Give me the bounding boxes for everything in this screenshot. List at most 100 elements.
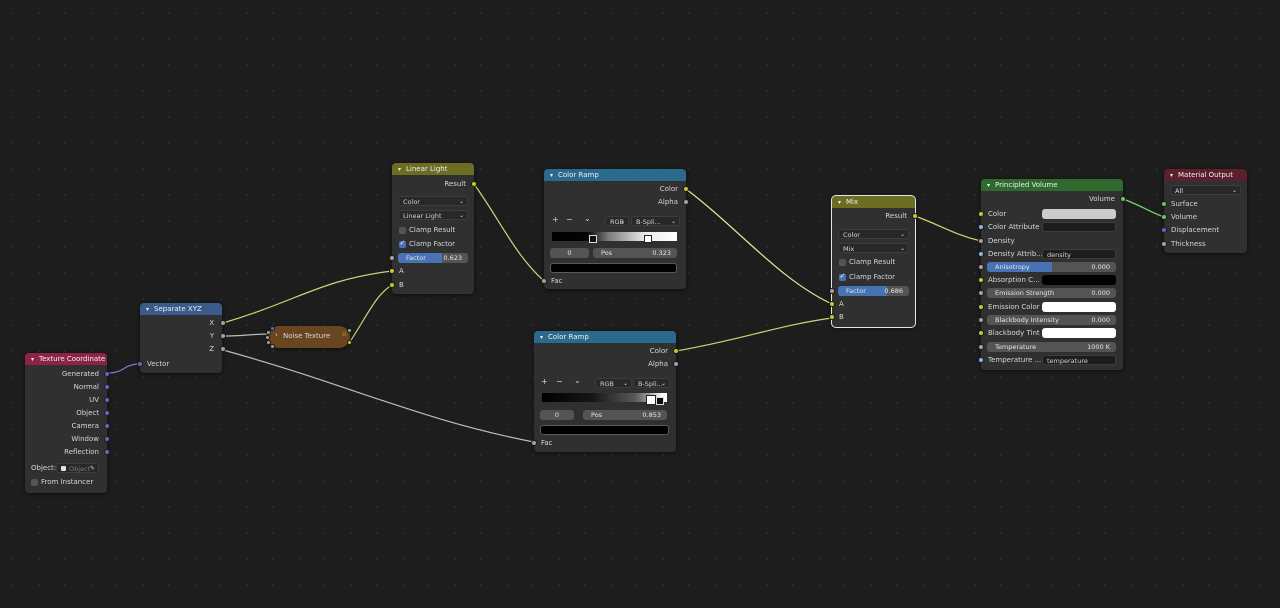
socket-color[interactable]: [673, 348, 679, 354]
color-ramp-node-1[interactable]: ▾ Color Ramp Color Alpha + − ⌄ RGB ⌄ B-Spl…: [541, 169, 689, 289]
principled-volume-header[interactable]: ▾ Principled Volume: [981, 179, 1123, 191]
socket-alpha[interactable]: [683, 199, 689, 205]
chevron-down-icon[interactable]: ▾: [550, 170, 558, 181]
blackbody-intensity-field[interactable]: Blackbody Intensity 0.000: [987, 315, 1116, 325]
socket-a[interactable]: [829, 301, 835, 307]
clamp-factor-checkbox[interactable]: [399, 239, 406, 248]
remove-stop-button[interactable]: −: [556, 377, 563, 386]
data-type-dropdown[interactable]: Color ⌄: [398, 196, 468, 206]
socket-noise-fac[interactable]: [347, 328, 352, 333]
separate-xyz-node[interactable]: ▾ Separate XYZ X Y Z Vector: [137, 303, 226, 373]
ramp-stop-white[interactable]: [644, 235, 652, 243]
chevron-right-icon[interactable]: ›: [275, 331, 278, 339]
color-ramp-header[interactable]: ▾ Color Ramp: [534, 331, 676, 343]
socket-density-attribute[interactable]: [978, 251, 984, 257]
factor-slider[interactable]: Factor 0.686: [838, 286, 909, 296]
ramp-stop-black[interactable]: [589, 235, 597, 243]
temperature-attribute-field[interactable]: temperature: [1042, 355, 1116, 365]
blend-mode-dropdown[interactable]: Mix ⌄: [838, 243, 909, 253]
color-attribute-field[interactable]: [1042, 222, 1116, 232]
position-field[interactable]: Pos 0.323: [593, 248, 677, 258]
socket-volume[interactable]: [1161, 214, 1167, 220]
ramp-stop-black[interactable]: [656, 397, 664, 405]
data-type-dropdown[interactable]: Color ⌄: [838, 229, 909, 239]
socket-anisotropy[interactable]: [978, 264, 984, 270]
socket-blackbody-intensity[interactable]: [978, 317, 984, 323]
socket-result[interactable]: [912, 213, 918, 219]
add-stop-button[interactable]: +: [541, 377, 548, 386]
absorption-color-swatch[interactable]: [1042, 275, 1116, 285]
socket-color-attribute[interactable]: [978, 224, 984, 230]
socket-vector[interactable]: [137, 361, 143, 367]
socket-a[interactable]: [389, 268, 395, 274]
socket-b[interactable]: [389, 282, 395, 288]
chevron-down-icon[interactable]: ▾: [31, 354, 39, 365]
socket-y[interactable]: [220, 333, 226, 339]
interpolation-dropdown[interactable]: B-Spli... ⌄: [633, 378, 670, 388]
stop-color-swatch[interactable]: [550, 263, 677, 273]
socket-object[interactable]: [104, 410, 110, 416]
texture-coordinate-header[interactable]: ▾ Texture Coordinate: [25, 353, 107, 365]
from-instancer-checkbox[interactable]: [31, 479, 38, 486]
stop-index-field[interactable]: 0: [540, 410, 574, 420]
socket-window[interactable]: [104, 436, 110, 442]
anisotropy-slider[interactable]: Anisotropy 0.000: [987, 262, 1116, 272]
ramp-menu-button[interactable]: ⌄: [584, 214, 591, 223]
clamp-factor-checkbox[interactable]: [839, 272, 846, 281]
clamp-result-checkbox[interactable]: [399, 227, 406, 234]
socket-absorption-color[interactable]: [978, 277, 984, 283]
blend-mode-dropdown[interactable]: Linear Light ⌄: [398, 210, 468, 220]
socket-normal[interactable]: [104, 384, 110, 390]
linear-light-header[interactable]: ▾ Linear Light: [392, 163, 474, 175]
linear-light-node[interactable]: ▾ Linear Light Result Color ⌄ Linear Light…: [389, 163, 477, 294]
socket-camera[interactable]: [104, 423, 110, 429]
position-field[interactable]: Pos 0.853: [583, 410, 667, 420]
mix-header[interactable]: ▾ Mix: [832, 196, 915, 208]
socket-emission-strength[interactable]: [978, 290, 984, 296]
factor-slider[interactable]: Factor 0.623: [398, 253, 468, 263]
socket-temperature[interactable]: [978, 344, 984, 350]
socket-surface[interactable]: [1161, 201, 1167, 207]
emission-color-swatch[interactable]: [1042, 302, 1116, 312]
chevron-down-icon[interactable]: ▾: [146, 304, 154, 315]
mix-node[interactable]: ▾Mix Result Color⌄ Mix⌄ Clamp Result Cla…: [829, 195, 918, 328]
color-ramp-header[interactable]: ▾ Color Ramp: [544, 169, 686, 181]
socket-noise-in-1[interactable]: [270, 326, 275, 331]
socket-factor[interactable]: [829, 288, 835, 294]
add-stop-button[interactable]: +: [552, 215, 559, 224]
color-mode-dropdown[interactable]: RGB ⌄: [595, 378, 632, 388]
socket-displacement[interactable]: [1161, 227, 1167, 233]
socket-color[interactable]: [683, 186, 689, 192]
stop-color-swatch[interactable]: [540, 425, 669, 435]
chevron-down-icon[interactable]: ▾: [987, 180, 995, 191]
socket-emission-color[interactable]: [978, 304, 984, 310]
material-output-header[interactable]: ▾ Material Output: [1164, 169, 1247, 181]
material-output-node[interactable]: ▾ Material Output All ⌄ Surface Volume Dis…: [1161, 169, 1247, 253]
texture-coordinate-node[interactable]: ▾ Texture Coordinate Generated Normal UV …: [25, 353, 110, 493]
socket-noise-in-5[interactable]: [270, 344, 275, 349]
socket-x[interactable]: [220, 320, 226, 326]
socket-color[interactable]: [978, 211, 984, 217]
interpolation-dropdown[interactable]: B-Spli... ⌄: [631, 216, 680, 226]
socket-temperature-attribute[interactable]: [978, 357, 984, 363]
emission-strength-field[interactable]: Emission Strength 0.000: [987, 288, 1116, 298]
color-swatch[interactable]: [1042, 209, 1116, 219]
temperature-field[interactable]: Temperature 1000 K: [987, 342, 1116, 352]
socket-z[interactable]: [220, 346, 226, 352]
socket-thickness[interactable]: [1161, 241, 1167, 247]
object-picker[interactable]: Object ✎: [56, 463, 99, 473]
color-mode-dropdown[interactable]: RGB ⌄: [605, 216, 629, 226]
separate-xyz-header[interactable]: ▾ Separate XYZ: [140, 303, 222, 315]
remove-stop-button[interactable]: −: [566, 215, 573, 224]
socket-noise-color[interactable]: [347, 340, 352, 345]
blackbody-tint-swatch[interactable]: [1042, 328, 1116, 338]
socket-result[interactable]: [471, 181, 477, 187]
socket-volume[interactable]: [1120, 196, 1126, 202]
eyedropper-icon[interactable]: ✎: [90, 464, 95, 474]
density-attribute-field[interactable]: density: [1042, 249, 1116, 259]
chevron-down-icon[interactable]: ▾: [398, 164, 406, 175]
socket-alpha[interactable]: [673, 361, 679, 367]
socket-uv[interactable]: [104, 397, 110, 403]
socket-factor[interactable]: [389, 255, 395, 261]
ramp-stop-white[interactable]: [646, 395, 656, 405]
